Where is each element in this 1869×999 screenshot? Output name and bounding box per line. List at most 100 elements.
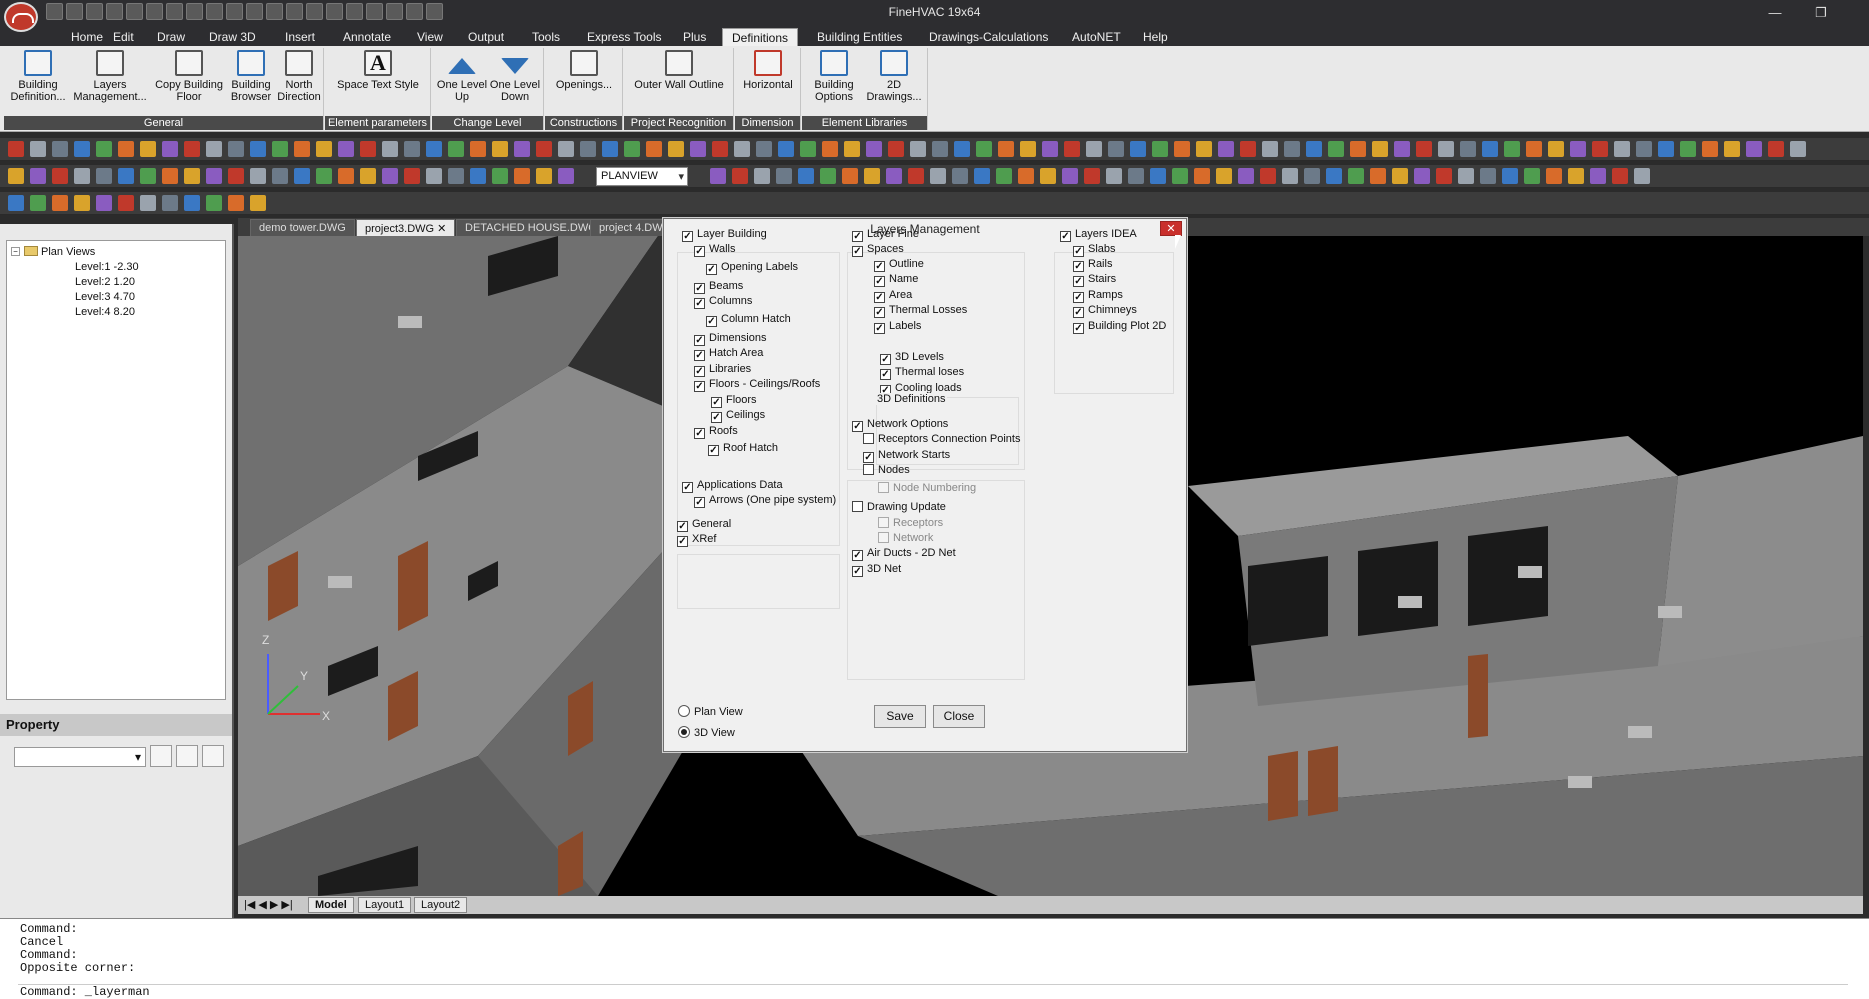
- menu-view[interactable]: View: [408, 28, 452, 46]
- toolbar-tool-icon[interactable]: [908, 168, 924, 184]
- checkbox-col3-6[interactable]: ✓ Building Plot 2D: [1073, 319, 1166, 334]
- toolbar-tool-icon[interactable]: [1304, 168, 1320, 184]
- toolbar-tool-icon[interactable]: [8, 168, 24, 184]
- toolbar-tool-icon[interactable]: [1612, 168, 1628, 184]
- checkbox-col1-8[interactable]: ✓ Libraries: [694, 362, 751, 377]
- toolbar-tool-icon[interactable]: [118, 141, 134, 157]
- toolbar-tool-icon[interactable]: [382, 141, 398, 157]
- toolbar-tool-icon[interactable]: [1482, 141, 1498, 157]
- toolbar-tool-icon[interactable]: [1130, 141, 1146, 157]
- toolbar-tool-icon[interactable]: [96, 195, 112, 211]
- toolbar-tool-icon[interactable]: [1218, 141, 1234, 157]
- toolbar-tool-icon[interactable]: [1592, 141, 1608, 157]
- toolbar-tool-icon[interactable]: [1636, 141, 1652, 157]
- toolbar-tool-icon[interactable]: [1546, 168, 1562, 184]
- toolbar-tool-icon[interactable]: [1194, 168, 1210, 184]
- toolbar-tool-icon[interactable]: [558, 168, 574, 184]
- toolbar-tool-icon[interactable]: [492, 141, 508, 157]
- toolbar-tool-icon[interactable]: [492, 168, 508, 184]
- checkbox-xref[interactable]: ✓ XRef: [677, 532, 716, 547]
- toolbar-tool-icon[interactable]: [1196, 141, 1212, 157]
- menu-draw3d[interactable]: Draw 3D: [200, 28, 265, 46]
- app-logo-icon[interactable]: [4, 2, 38, 32]
- layout-tab-layout1[interactable]: Layout1: [358, 897, 412, 913]
- checkbox-col1-0[interactable]: ✓ Layer Building: [682, 227, 767, 242]
- toolbar-tool-icon[interactable]: [1020, 141, 1036, 157]
- checkbox-col1-12[interactable]: ✓ Roofs: [694, 424, 738, 439]
- toolbar-tool-icon[interactable]: [800, 141, 816, 157]
- checkbox-col1-11[interactable]: ✓ Ceilings: [711, 408, 765, 423]
- toolbar-tool-icon[interactable]: [52, 141, 68, 157]
- toolbar-tool-icon[interactable]: [52, 168, 68, 184]
- toolbar-tool-icon[interactable]: [1152, 141, 1168, 157]
- checkbox-network-options[interactable]: ✓ Network Options: [852, 417, 948, 432]
- checkbox-col1-7[interactable]: ✓ Hatch Area: [694, 346, 763, 361]
- layout-nav-icons[interactable]: |◀ ◀ ▶ ▶|: [244, 898, 293, 911]
- toolbar-tool-icon[interactable]: [602, 141, 618, 157]
- toolbar-tool-icon[interactable]: [1438, 141, 1454, 157]
- filter-icon[interactable]: [202, 745, 224, 767]
- menu-insert[interactable]: Insert: [276, 28, 324, 46]
- toolbar-tool-icon[interactable]: [1150, 168, 1166, 184]
- toolbar-tool-icon[interactable]: [184, 141, 200, 157]
- 2d-drawings-button[interactable]: 2D Drawings...: [864, 50, 924, 103]
- toolbar-tool-icon[interactable]: [668, 141, 684, 157]
- toolbar-tool-icon[interactable]: [118, 168, 134, 184]
- toolbar-tool-icon[interactable]: [30, 141, 46, 157]
- toolbar-tool-icon[interactable]: [1372, 141, 1388, 157]
- space-text-style-button[interactable]: A Space Text Style: [335, 50, 421, 91]
- toolbar-tool-icon[interactable]: [448, 141, 464, 157]
- toolbar-tool-icon[interactable]: [1216, 168, 1232, 184]
- tab-project4[interactable]: project 4.DW: [590, 219, 672, 236]
- toolbar-tool-icon[interactable]: [1504, 141, 1520, 157]
- layout-tab-layout2[interactable]: Layout2: [414, 897, 468, 913]
- toolbar-tool-icon[interactable]: [162, 141, 178, 157]
- toolbar-tool-icon[interactable]: [646, 141, 662, 157]
- toolbar-tool-icon[interactable]: [844, 141, 860, 157]
- toolbar-tool-icon[interactable]: [1084, 168, 1100, 184]
- toolbar-tool-icon[interactable]: [536, 168, 552, 184]
- toolbar-tool-icon[interactable]: [580, 141, 596, 157]
- menu-building-entities[interactable]: Building Entities: [808, 28, 911, 46]
- toolbar-tool-icon[interactable]: [360, 168, 376, 184]
- toolbar-tool-icon[interactable]: [952, 168, 968, 184]
- tree-level-4[interactable]: Level:4 8.20: [11, 305, 221, 320]
- toolbar-tool-icon[interactable]: [1240, 141, 1256, 157]
- toolbar-tool-icon[interactable]: [360, 141, 376, 157]
- toolbar-tool-icon[interactable]: [910, 141, 926, 157]
- toolbar-tool-icon[interactable]: [1634, 168, 1650, 184]
- toolbar-tool-icon[interactable]: [866, 141, 882, 157]
- checkbox-nodes[interactable]: Nodes: [863, 463, 910, 477]
- checkbox-3d-net[interactable]: ✓ 3D Net: [852, 562, 901, 577]
- toolbar-tool-icon[interactable]: [426, 141, 442, 157]
- one-level-up-button[interactable]: One Level Up: [436, 50, 488, 103]
- checkbox-col3-1[interactable]: ✓ Slabs: [1073, 242, 1116, 257]
- toolbar-tool-icon[interactable]: [1328, 141, 1344, 157]
- checkbox-col1-3[interactable]: ✓ Beams: [694, 279, 743, 294]
- layout-tab-model[interactable]: Model: [308, 897, 354, 913]
- checkbox-general[interactable]: ✓ General: [677, 517, 731, 532]
- checkbox-col2-0[interactable]: ✓ Layer Fine: [852, 227, 919, 242]
- toolbar-tool-icon[interactable]: [1174, 141, 1190, 157]
- toolbar-tool-icon[interactable]: [886, 168, 902, 184]
- outer-wall-outline-button[interactable]: Outer Wall Outline: [634, 50, 724, 91]
- checkbox-drawing-update[interactable]: Drawing Update: [852, 500, 946, 514]
- toolbar-tool-icon[interactable]: [96, 168, 112, 184]
- checkbox-col3-2[interactable]: ✓ Rails: [1073, 257, 1112, 272]
- checkbox-col1-13[interactable]: ✓ Roof Hatch: [708, 441, 778, 456]
- checkbox-col1-4[interactable]: ✓ Columns: [694, 294, 752, 309]
- toolbar-tool-icon[interactable]: [1018, 168, 1034, 184]
- checkbox-col3-5[interactable]: ✓ Chimneys: [1073, 303, 1137, 318]
- toolbar-tool-icon[interactable]: [690, 141, 706, 157]
- checkbox-3d-def-0[interactable]: ✓ 3D Levels: [880, 350, 944, 365]
- checkbox-col2-6[interactable]: ✓ Labels: [874, 319, 921, 334]
- toolbar-tool-icon[interactable]: [514, 168, 530, 184]
- toolbar-tool-icon[interactable]: [1436, 168, 1452, 184]
- minimize-button[interactable]: —: [1752, 0, 1798, 26]
- view-select[interactable]: PLANVIEW: [596, 167, 688, 186]
- checkbox-col1-10[interactable]: ✓ Floors: [711, 393, 757, 408]
- select-objects-icon[interactable]: [150, 745, 172, 767]
- toolbar-tool-icon[interactable]: [1570, 141, 1586, 157]
- toolbar-tool-icon[interactable]: [316, 168, 332, 184]
- toolbar-tool-icon[interactable]: [976, 141, 992, 157]
